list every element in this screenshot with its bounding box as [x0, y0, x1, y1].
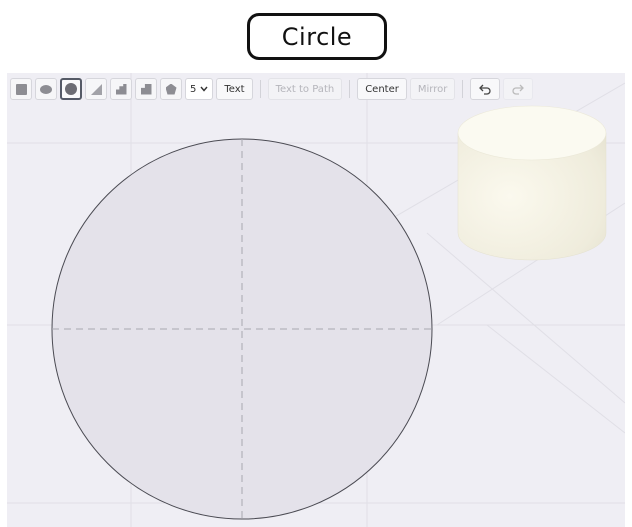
triangle-icon	[90, 83, 102, 95]
text-button[interactable]: Text	[216, 78, 253, 100]
notch-icon	[140, 83, 152, 95]
triangle-tool[interactable]	[85, 78, 107, 100]
pentagon-icon	[165, 83, 177, 95]
mirror-button[interactable]: Mirror	[409, 78, 456, 100]
toolbar: 5 Text Text to Path Center Mirror	[10, 78, 534, 100]
redo-icon	[512, 84, 525, 95]
canvas-svg[interactable]	[7, 73, 625, 527]
circle-tool[interactable]	[60, 78, 82, 100]
page-title-text: Circle	[281, 22, 353, 51]
center-label: Center	[365, 83, 399, 95]
sides-value: 5	[190, 83, 197, 95]
undo-button[interactable]	[470, 78, 501, 100]
mirror-label: Mirror	[417, 83, 448, 95]
center-button[interactable]: Center	[357, 78, 407, 100]
toolbar-divider	[259, 80, 261, 98]
stair-tool[interactable]	[110, 78, 132, 100]
ellipse-tool[interactable]	[35, 78, 57, 100]
square-icon	[15, 83, 27, 95]
circle-icon	[65, 83, 77, 95]
text-to-path-button[interactable]: Text to Path	[267, 78, 343, 100]
chevron-down-icon	[200, 86, 208, 92]
sketch-workspace[interactable]: 5 Text Text to Path Center Mirror	[7, 73, 625, 527]
page-title: Circle	[247, 13, 387, 60]
stair-icon	[115, 83, 127, 95]
notch-tool[interactable]	[135, 78, 157, 100]
undo-icon	[479, 84, 491, 95]
pentagon-tool[interactable]	[160, 78, 182, 100]
text-to-path-label: Text to Path	[275, 83, 335, 95]
redo-button[interactable]	[503, 78, 534, 100]
toolbar-divider	[349, 80, 351, 98]
text-button-label: Text	[224, 83, 245, 95]
circle-shape[interactable]	[51, 138, 433, 520]
square-tool[interactable]	[10, 78, 32, 100]
cylinder-preview[interactable]	[457, 105, 607, 261]
ellipse-icon	[40, 84, 52, 94]
sides-select[interactable]: 5	[185, 78, 214, 100]
toolbar-divider	[462, 80, 464, 98]
